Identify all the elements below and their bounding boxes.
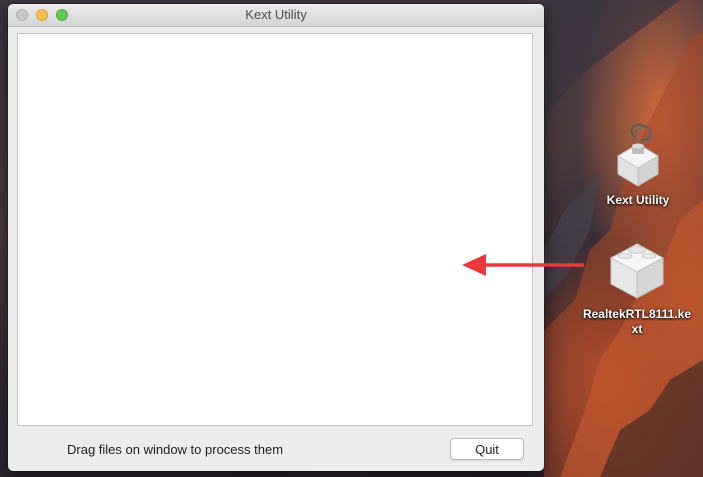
quit-button[interactable]: Quit — [450, 438, 524, 460]
window-title: Kext Utility — [245, 7, 307, 22]
close-button[interactable] — [16, 9, 28, 21]
kext-bundle-icon — [609, 243, 665, 299]
desktop-icon-realtek-kext[interactable]: RealtekRTL8111.ke xt — [578, 240, 696, 337]
file-drop-area[interactable] — [17, 33, 533, 426]
minimize-button[interactable] — [36, 9, 48, 21]
desktop-icon-label: Kext Utility — [606, 193, 670, 207]
kext-utility-window: Kext Utility Drag files on window to pro… — [8, 4, 544, 471]
kext-utility-app-icon — [617, 124, 659, 187]
desktop-icon-label-line2: xt — [631, 322, 643, 336]
instructions-label: Drag files on window to process them — [67, 442, 284, 457]
desktop-icon-label-line1: RealtekRTL8111.ke — [582, 307, 692, 321]
desktop-icon-kext-utility[interactable]: Kext Utility — [596, 122, 680, 208]
zoom-button[interactable] — [56, 9, 68, 21]
left-arrow-annotation — [462, 254, 584, 276]
title-bar[interactable]: Kext Utility — [8, 4, 544, 27]
